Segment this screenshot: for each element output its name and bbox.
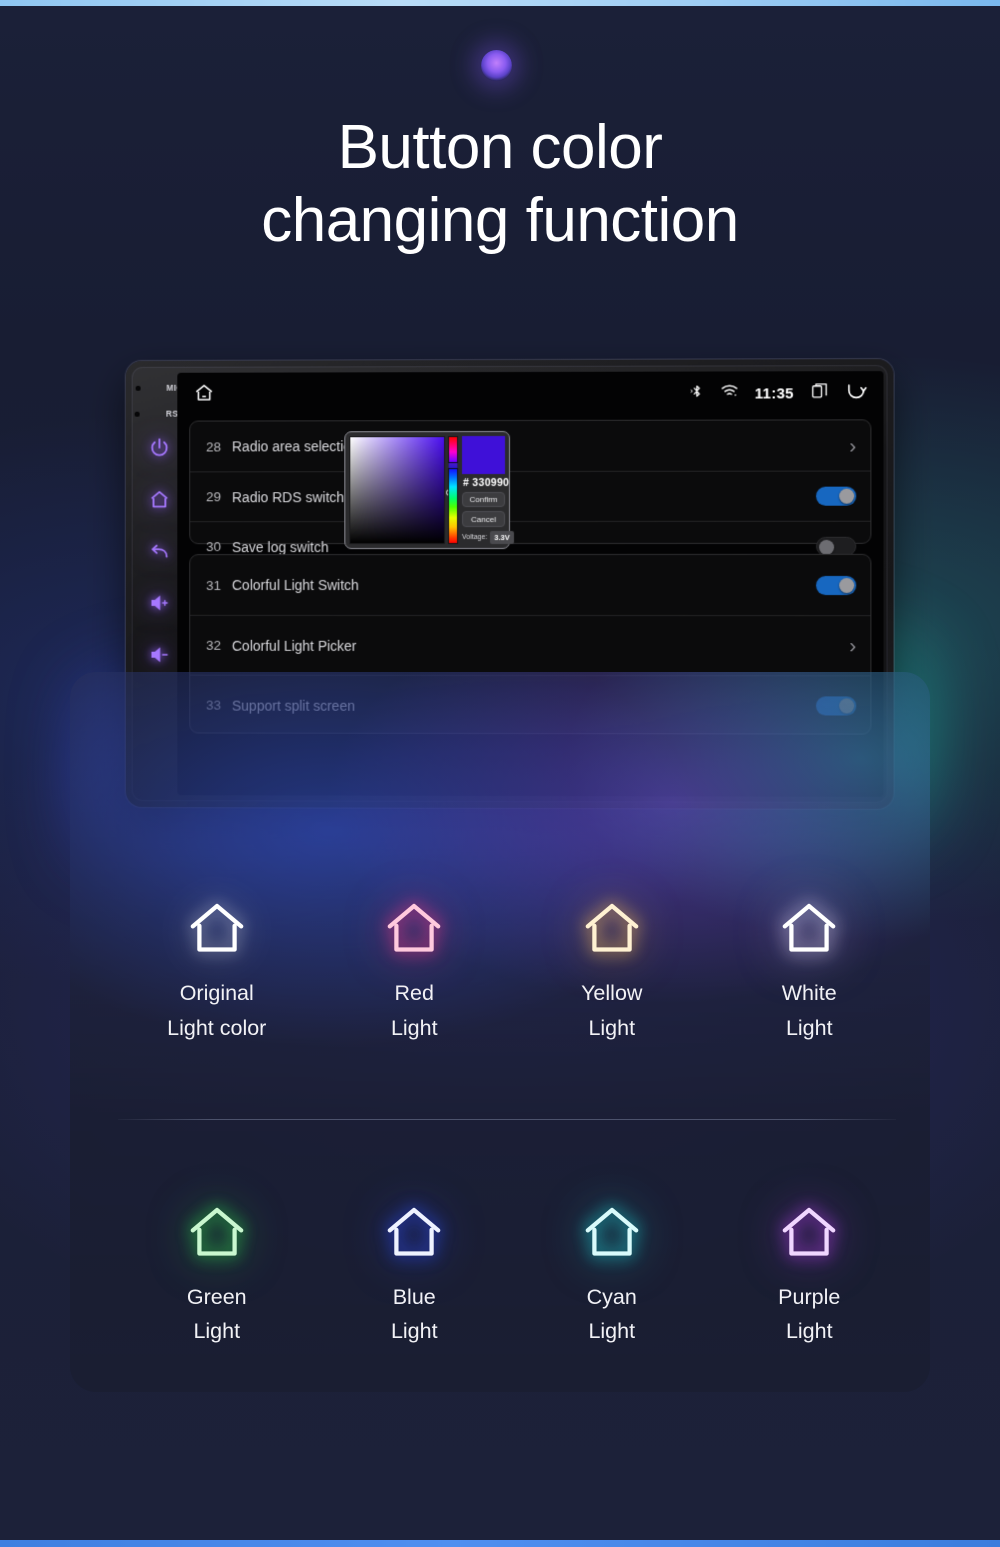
swatch-yellow-light[interactable]: Yellow Light [513,880,711,1046]
light-color-grid: Original Light color Red Light Yellow Li… [118,880,908,1349]
table-row[interactable]: 31 Colorful Light Switch [190,555,870,615]
page-title-line2: changing function [261,185,739,255]
row-control[interactable]: › [849,634,856,657]
row-number: 29 [206,489,222,505]
house-icon [513,880,711,976]
swatch-green-light[interactable]: Green Light [118,1184,316,1350]
back-button[interactable] [147,538,173,564]
swatch-label-line1: Purple [778,1284,841,1309]
toggle-switch-on[interactable] [816,575,857,595]
swatch-label-line2: Light [785,1319,833,1344]
hue-slider[interactable] [447,436,459,545]
swatch-label-line1: Yellow [581,981,643,1005]
toggle-knob [819,539,835,555]
swatch-label-line1: Red [394,981,434,1005]
mic-row: MIC [135,383,183,393]
swatch-label-line2: Light [785,1015,833,1040]
swatch-label-line1: White [781,981,837,1005]
chevron-right-icon[interactable]: › [849,434,856,457]
toggle-knob [839,577,855,593]
hue-slider-handle[interactable] [447,462,459,470]
row-number: 32 [206,637,222,653]
swatch-label-line2: Light [588,1319,636,1344]
light-color-row-2: Green Light Blue Light Cyan Light Purple… [118,1184,908,1350]
status-bar-right: 11:35 [689,381,867,406]
page-title-line1: Button color [337,113,663,182]
light-color-row-1: Original Light color Red Light Yellow Li… [118,880,908,1046]
house-icon [118,880,316,976]
status-bar-clock: 11:35 [754,384,794,402]
swatch-label-line2: Light [193,1319,241,1344]
row-number: 31 [206,577,222,593]
confirm-button[interactable]: Confirm [462,491,506,508]
swatch-blue-light[interactable]: Blue Light [316,1184,514,1350]
house-icon [711,1184,909,1280]
power-button[interactable] [147,435,173,461]
row-label: Colorful Light Switch [231,577,359,593]
swatch-original-light-color[interactable]: Original Light color [118,880,316,1046]
bluetooth-icon [689,383,704,405]
swatch-cyan-light[interactable]: Cyan Light [513,1184,711,1350]
statusbar-home-icon[interactable] [193,381,215,408]
cancel-button[interactable]: Cancel [462,511,506,528]
row-label: Colorful Light Picker [231,637,357,654]
recents-icon[interactable] [810,381,829,405]
settings-group-1: 28 Radio area selection › 29 Radio RDS s… [189,419,872,572]
swatch-label-line1: Blue [392,1284,436,1309]
status-bar: 11:35 [177,371,883,417]
swatch-label-line2: Light color [167,1015,267,1040]
bottom-edge-strip [0,1540,1000,1547]
home-button[interactable] [147,486,173,512]
volume-down-button[interactable] [147,642,173,668]
statusbar-back-icon[interactable] [845,381,867,406]
grid-divider [118,1119,896,1120]
swatch-label-line2: Light [588,1015,636,1040]
volume-up-button[interactable] [147,590,173,616]
row-label: Save log switch [231,538,329,555]
page-background: Button color changing function MIC RST 1… [0,0,1000,1547]
row-label: Radio area selection [231,438,359,455]
house-icon [711,880,909,976]
house-icon [118,1184,316,1280]
mic-hole-icon [135,385,141,391]
row-number: 30 [206,539,222,555]
glow-dot-indicator [481,50,512,81]
swatch-label-line2: Light [390,1319,438,1344]
voltage-readout: Voltage: 3.3V [462,531,514,545]
swatch-label-line1: Cyan [586,1284,637,1309]
chevron-right-icon[interactable]: › [849,634,856,657]
toggle-switch-on[interactable] [816,486,857,506]
hex-value-display: # 330990 [463,476,510,489]
saturation-value-field[interactable] [349,436,454,545]
color-picker-dialog[interactable]: # 330990 Confirm Cancel Voltage: 3.3V [344,430,514,550]
swatch-label-line2: Light [390,1015,438,1040]
swatch-white-light[interactable]: White Light [711,880,909,1046]
row-control[interactable] [816,486,857,506]
page-title: Button color changing function [0,112,1000,257]
swatch-purple-light[interactable]: Purple Light [711,1184,909,1350]
house-icon [316,1184,514,1280]
table-row[interactable]: 28 Radio area selection › [190,420,870,471]
swatch-red-light[interactable]: Red Light [316,880,514,1046]
top-edge-strip [0,0,1000,6]
swatch-label-line1: Original [179,981,254,1005]
row-label: Radio RDS switch [231,488,345,505]
color-preview-swatch [462,436,506,474]
voltage-label: Voltage: [462,534,488,542]
row-number: 28 [206,438,222,454]
rst-hole-icon [135,411,141,417]
swatch-label-line1: Green [186,1284,247,1309]
table-row[interactable]: 29 Radio RDS switch [190,470,871,522]
house-icon [316,880,514,976]
house-icon [513,1184,711,1280]
row-control[interactable]: › [849,434,856,457]
table-row[interactable]: 32 Colorful Light Picker › [190,614,871,676]
color-picker-panel: # 330990 Confirm Cancel Voltage: 3.3V [461,436,514,545]
toggle-knob [839,488,855,504]
wifi-icon [720,383,738,403]
row-control[interactable] [816,575,857,595]
voltage-value: 3.3V [490,531,514,545]
